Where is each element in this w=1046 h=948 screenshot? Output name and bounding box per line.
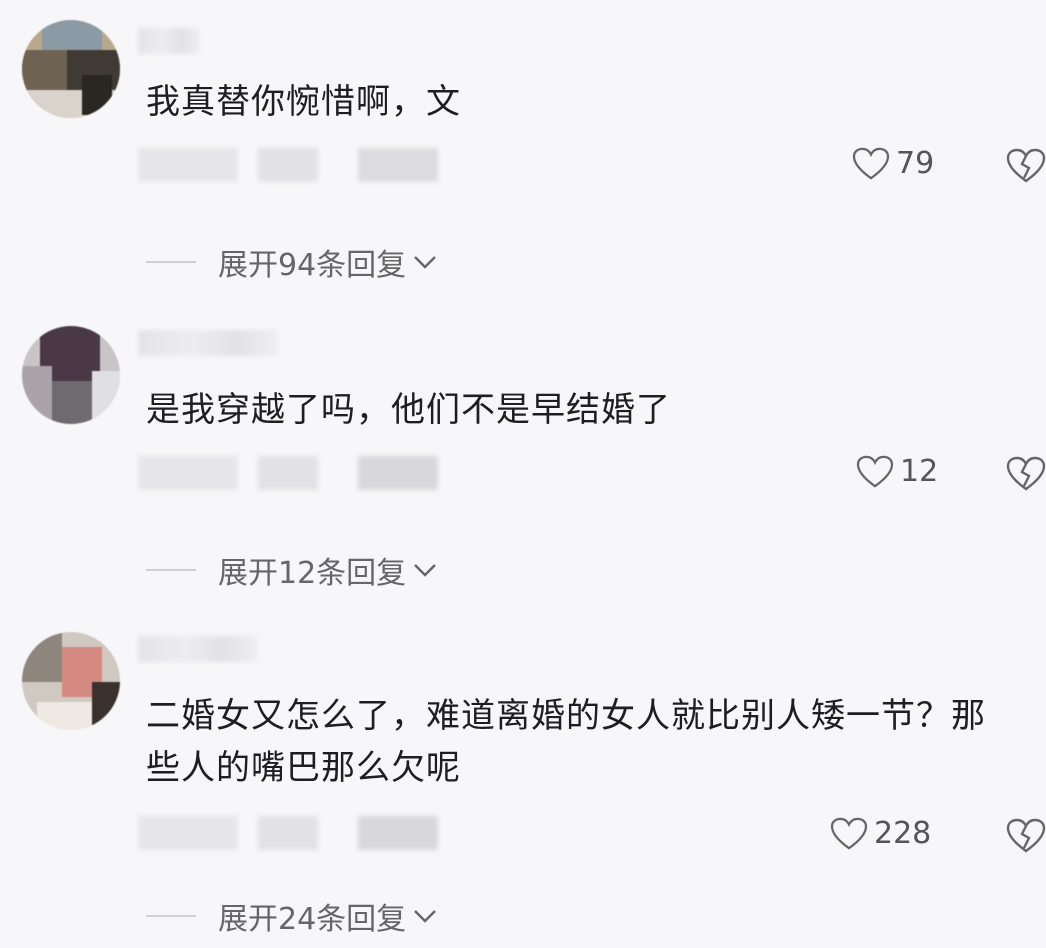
username-blurred[interactable] — [138, 28, 200, 54]
like-count: 228 — [874, 816, 932, 851]
divider-line — [146, 261, 196, 263]
comment-text: 我真替你惋惜啊，文 — [146, 82, 461, 122]
reply-button-blurred[interactable] — [358, 456, 438, 490]
heart-outline-icon — [852, 147, 890, 180]
like-count: 12 — [900, 454, 939, 489]
like-button[interactable]: 12 — [856, 454, 938, 489]
like-button[interactable]: 228 — [830, 816, 931, 851]
expand-replies-button[interactable]: 展开24条回复 — [146, 894, 440, 938]
broken-heart-icon[interactable] — [1006, 456, 1046, 492]
meta-blurred — [258, 816, 318, 850]
divider-line — [146, 915, 196, 917]
meta-blurred — [258, 456, 318, 490]
meta-blurred — [258, 148, 318, 182]
meta-blurred — [138, 456, 238, 490]
broken-heart-icon[interactable] — [1006, 148, 1046, 184]
reply-button-blurred[interactable] — [358, 816, 438, 850]
chevron-down-icon — [414, 910, 437, 923]
expand-replies-button[interactable]: 展开12条回复 — [146, 548, 440, 592]
chevron-down-icon — [414, 564, 437, 577]
username-blurred[interactable] — [138, 330, 278, 356]
avatar[interactable] — [22, 632, 120, 730]
meta-blurred — [138, 148, 238, 182]
meta-blurred — [138, 816, 238, 850]
avatar[interactable] — [22, 326, 120, 424]
avatar[interactable] — [22, 20, 120, 118]
comment-text: 是我穿越了吗，他们不是早结婚了 — [146, 390, 671, 430]
expand-replies-label: 展开12条回复 — [218, 556, 407, 591]
comment-text: 二婚女又怎么了，难道离婚的女人就比别人矮一节？那些人的嘴巴那么欠呢 — [146, 696, 986, 788]
expand-replies-button[interactable]: 展开94条回复 — [146, 240, 440, 284]
chevron-down-icon — [414, 256, 437, 269]
expand-replies-label: 展开24条回复 — [218, 902, 407, 937]
reply-button-blurred[interactable] — [358, 148, 438, 182]
divider-line — [146, 569, 196, 571]
expand-replies-label: 展开94条回复 — [218, 248, 407, 283]
heart-outline-icon — [830, 817, 868, 850]
heart-outline-icon — [856, 455, 894, 488]
broken-heart-icon[interactable] — [1006, 818, 1046, 854]
like-count: 79 — [896, 146, 935, 181]
username-blurred[interactable] — [138, 636, 258, 662]
like-button[interactable]: 79 — [852, 146, 934, 181]
